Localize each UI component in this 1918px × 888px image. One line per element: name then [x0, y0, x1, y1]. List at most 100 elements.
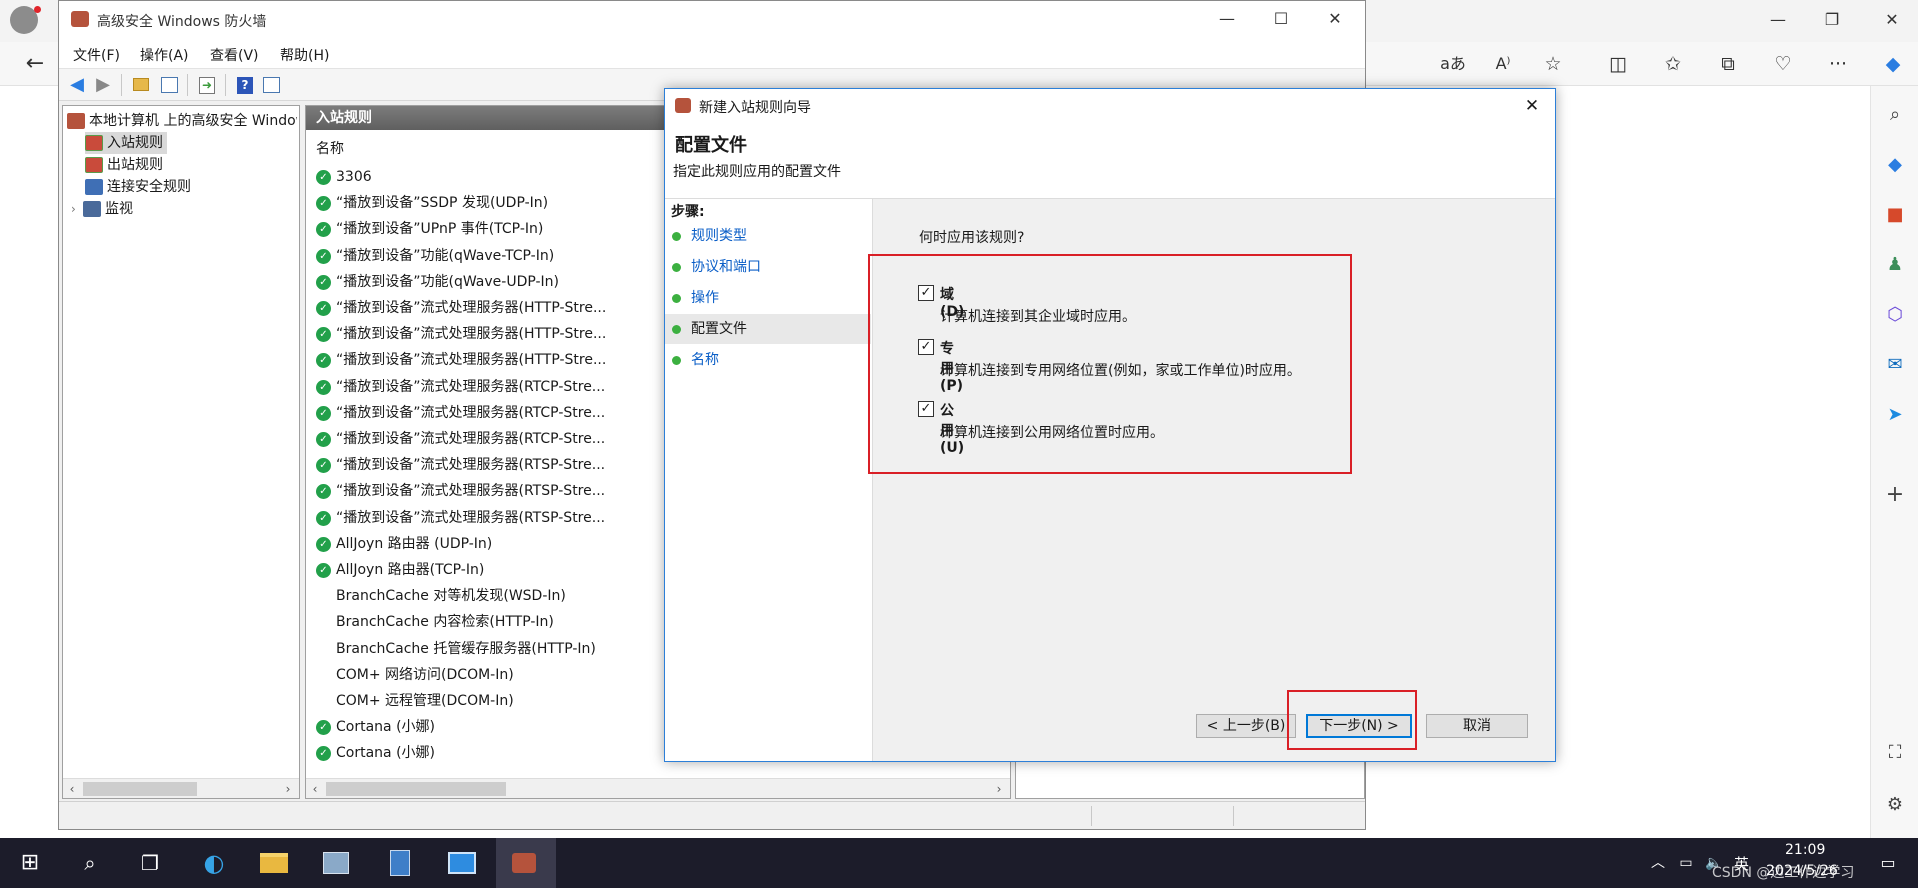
screenshot-icon[interactable]: ⛶ [1880, 738, 1910, 768]
browser-minimize-icon[interactable]: — [1758, 2, 1798, 38]
help-icon[interactable]: ? [233, 73, 257, 97]
wizard-heading: 配置文件 [675, 135, 747, 156]
scroll-right-icon[interactable]: › [990, 779, 1008, 798]
back-button[interactable]: < 上一步(B) [1196, 714, 1296, 738]
rule-name: BranchCache 托管缓存服务器(HTTP-In) [336, 640, 596, 657]
browser-close-icon[interactable]: ✕ [1872, 2, 1912, 38]
enabled-check-icon: ✓ [316, 720, 331, 736]
favorites-icon[interactable]: ✩ [1658, 49, 1688, 79]
menu-file[interactable]: 文件(F) [73, 45, 120, 65]
show-action-pane-icon[interactable] [259, 73, 283, 97]
show-hide-tree-icon[interactable] [157, 73, 181, 97]
enabled-check-icon: ✓ [316, 353, 331, 369]
server-manager-icon[interactable] [384, 847, 416, 879]
cancel-button[interactable]: 取消 [1426, 714, 1528, 738]
favorite-star-icon[interactable]: ☆ [1538, 49, 1568, 79]
tree-item-monitor[interactable]: › 监视 [71, 198, 133, 220]
add-icon[interactable]: + [1880, 480, 1910, 510]
list-horizontal-scrollbar[interactable]: ‹ › [306, 778, 1010, 798]
scroll-thumb[interactable] [326, 782, 506, 796]
tree-item-connection-security-rules[interactable]: 连接安全规则 [85, 176, 191, 198]
column-header-name[interactable]: 名称 [316, 138, 344, 158]
rule-name: “播放到设备”流式处理服务器(HTTP-Stre... [336, 352, 607, 369]
up-folder-icon[interactable] [129, 73, 153, 97]
step-name[interactable]: 名称 [665, 345, 871, 375]
rule-name: “播放到设备”流式处理服务器(HTTP-Stre... [336, 326, 607, 343]
shopping-tag-icon[interactable]: ◆ [1880, 150, 1910, 180]
close-icon[interactable]: ✕ [1315, 1, 1355, 37]
scroll-left-icon[interactable]: ‹ [306, 779, 324, 798]
browser-essentials-icon[interactable]: ♡ [1768, 49, 1798, 79]
start-windows-icon[interactable]: ⊞ [14, 847, 46, 879]
network-settings-icon[interactable] [446, 847, 478, 879]
enabled-check-icon: ✓ [316, 222, 331, 238]
browser-sidebar: ⌕ ◆ ■ ♟ ⬡ ✉ ➤ + ⛶ ⚙ [1870, 86, 1918, 838]
step-protocol-ports[interactable]: 协议和端口 [665, 252, 871, 282]
scroll-thumb[interactable] [83, 782, 197, 796]
firewall-taskbar-icon[interactable] [508, 847, 540, 879]
enabled-check-icon: ✓ [316, 196, 331, 212]
control-panel-icon[interactable] [320, 847, 352, 879]
tools-icon[interactable]: ■ [1880, 200, 1910, 230]
csdn-watermark: CSDN @边工作边学习 [1712, 865, 1855, 881]
maximize-icon[interactable]: ☐ [1261, 1, 1301, 37]
step-label: 规则类型 [691, 228, 747, 244]
forward-icon[interactable]: ▶ [91, 73, 115, 97]
translate-icon[interactable]: aあ [1438, 49, 1468, 79]
menu-action[interactable]: 操作(A) [140, 45, 189, 65]
tree-item-outbound-rules[interactable]: 出站规则 [85, 154, 163, 176]
rule-name: COM+ 网络访问(DCOM-In) [336, 666, 514, 683]
step-profile[interactable]: 配置文件 [665, 314, 871, 344]
enabled-check-icon: ✓ [316, 248, 331, 264]
clock-time[interactable]: 21:09 [1785, 842, 1825, 858]
rule-name: “播放到设备”流式处理服务器(RTCP-Stre... [336, 378, 606, 395]
rule-name: “播放到设备”功能(qWave-UDP-In) [336, 273, 560, 290]
split-screen-icon[interactable]: ◫ [1603, 49, 1633, 79]
search-icon[interactable]: ⌕ [74, 847, 106, 879]
edge-browser-icon[interactable]: ◐ [198, 847, 230, 879]
wizard-close-icon[interactable]: ✕ [1517, 93, 1547, 119]
step-indicator-icon [672, 356, 681, 365]
status-divider [1233, 806, 1234, 826]
more-menu-icon[interactable]: ··· [1823, 49, 1853, 79]
tree-horizontal-scrollbar[interactable]: ‹ › [63, 778, 299, 798]
enabled-check-icon: ✓ [316, 563, 331, 578]
task-view-icon[interactable]: ❐ [134, 847, 166, 879]
menu-help[interactable]: 帮助(H) [280, 45, 329, 65]
settings-gear-icon[interactable]: ⚙ [1880, 790, 1910, 820]
highlight-box-next [1287, 690, 1417, 750]
status-bar [59, 801, 1365, 829]
back-icon[interactable]: ◀ [65, 73, 89, 97]
outlook-icon[interactable]: ✉ [1880, 350, 1910, 380]
microsoft-365-icon[interactable]: ⬡ [1880, 300, 1910, 330]
minimize-icon[interactable]: — [1207, 1, 1247, 37]
enabled-check-icon: ✓ [316, 746, 331, 762]
rule-name: “播放到设备”流式处理服务器(RTSP-Stre... [336, 457, 606, 474]
read-aloud-icon[interactable]: A⁾ [1488, 49, 1518, 79]
export-list-icon[interactable]: ➜ [195, 73, 219, 97]
profile-question: 何时应用该规则? [919, 230, 1025, 246]
collections-icon[interactable]: ⧉ [1713, 49, 1743, 79]
rule-name: “播放到设备”流式处理服务器(HTTP-Stre... [336, 300, 607, 316]
menu-bar: 文件(F) 操作(A) 查看(V) 帮助(H) [59, 39, 1365, 69]
step-action[interactable]: 操作 [665, 283, 871, 313]
search-icon[interactable]: ⌕ [1880, 100, 1910, 130]
expand-chevron-icon[interactable]: › [71, 198, 83, 220]
tree-item-inbound-rules[interactable]: 入站规则 [85, 132, 167, 154]
firewall-app-icon [71, 11, 89, 27]
notification-center-icon[interactable]: ▭ [1872, 847, 1904, 879]
enabled-check-icon: ✓ [316, 379, 331, 395]
back-arrow-icon[interactable]: ← [20, 49, 50, 79]
step-rule-type[interactable]: 规则类型 [665, 221, 871, 251]
menu-view[interactable]: 查看(V) [210, 45, 259, 65]
browser-restore-icon[interactable]: ❐ [1812, 2, 1852, 38]
wizard-app-icon [675, 98, 691, 113]
games-icon[interactable]: ♟ [1880, 250, 1910, 280]
scroll-left-icon[interactable]: ‹ [63, 779, 81, 799]
tree-root[interactable]: 本地计算机 上的高级安全 Windows 防火墙 [67, 110, 297, 132]
rule-name: COM+ 远程管理(DCOM-In) [336, 693, 514, 709]
copilot-icon[interactable]: ◆ [1878, 49, 1908, 79]
scroll-right-icon[interactable]: › [279, 779, 297, 799]
send-icon[interactable]: ➤ [1880, 400, 1910, 430]
file-explorer-icon[interactable] [258, 847, 290, 879]
